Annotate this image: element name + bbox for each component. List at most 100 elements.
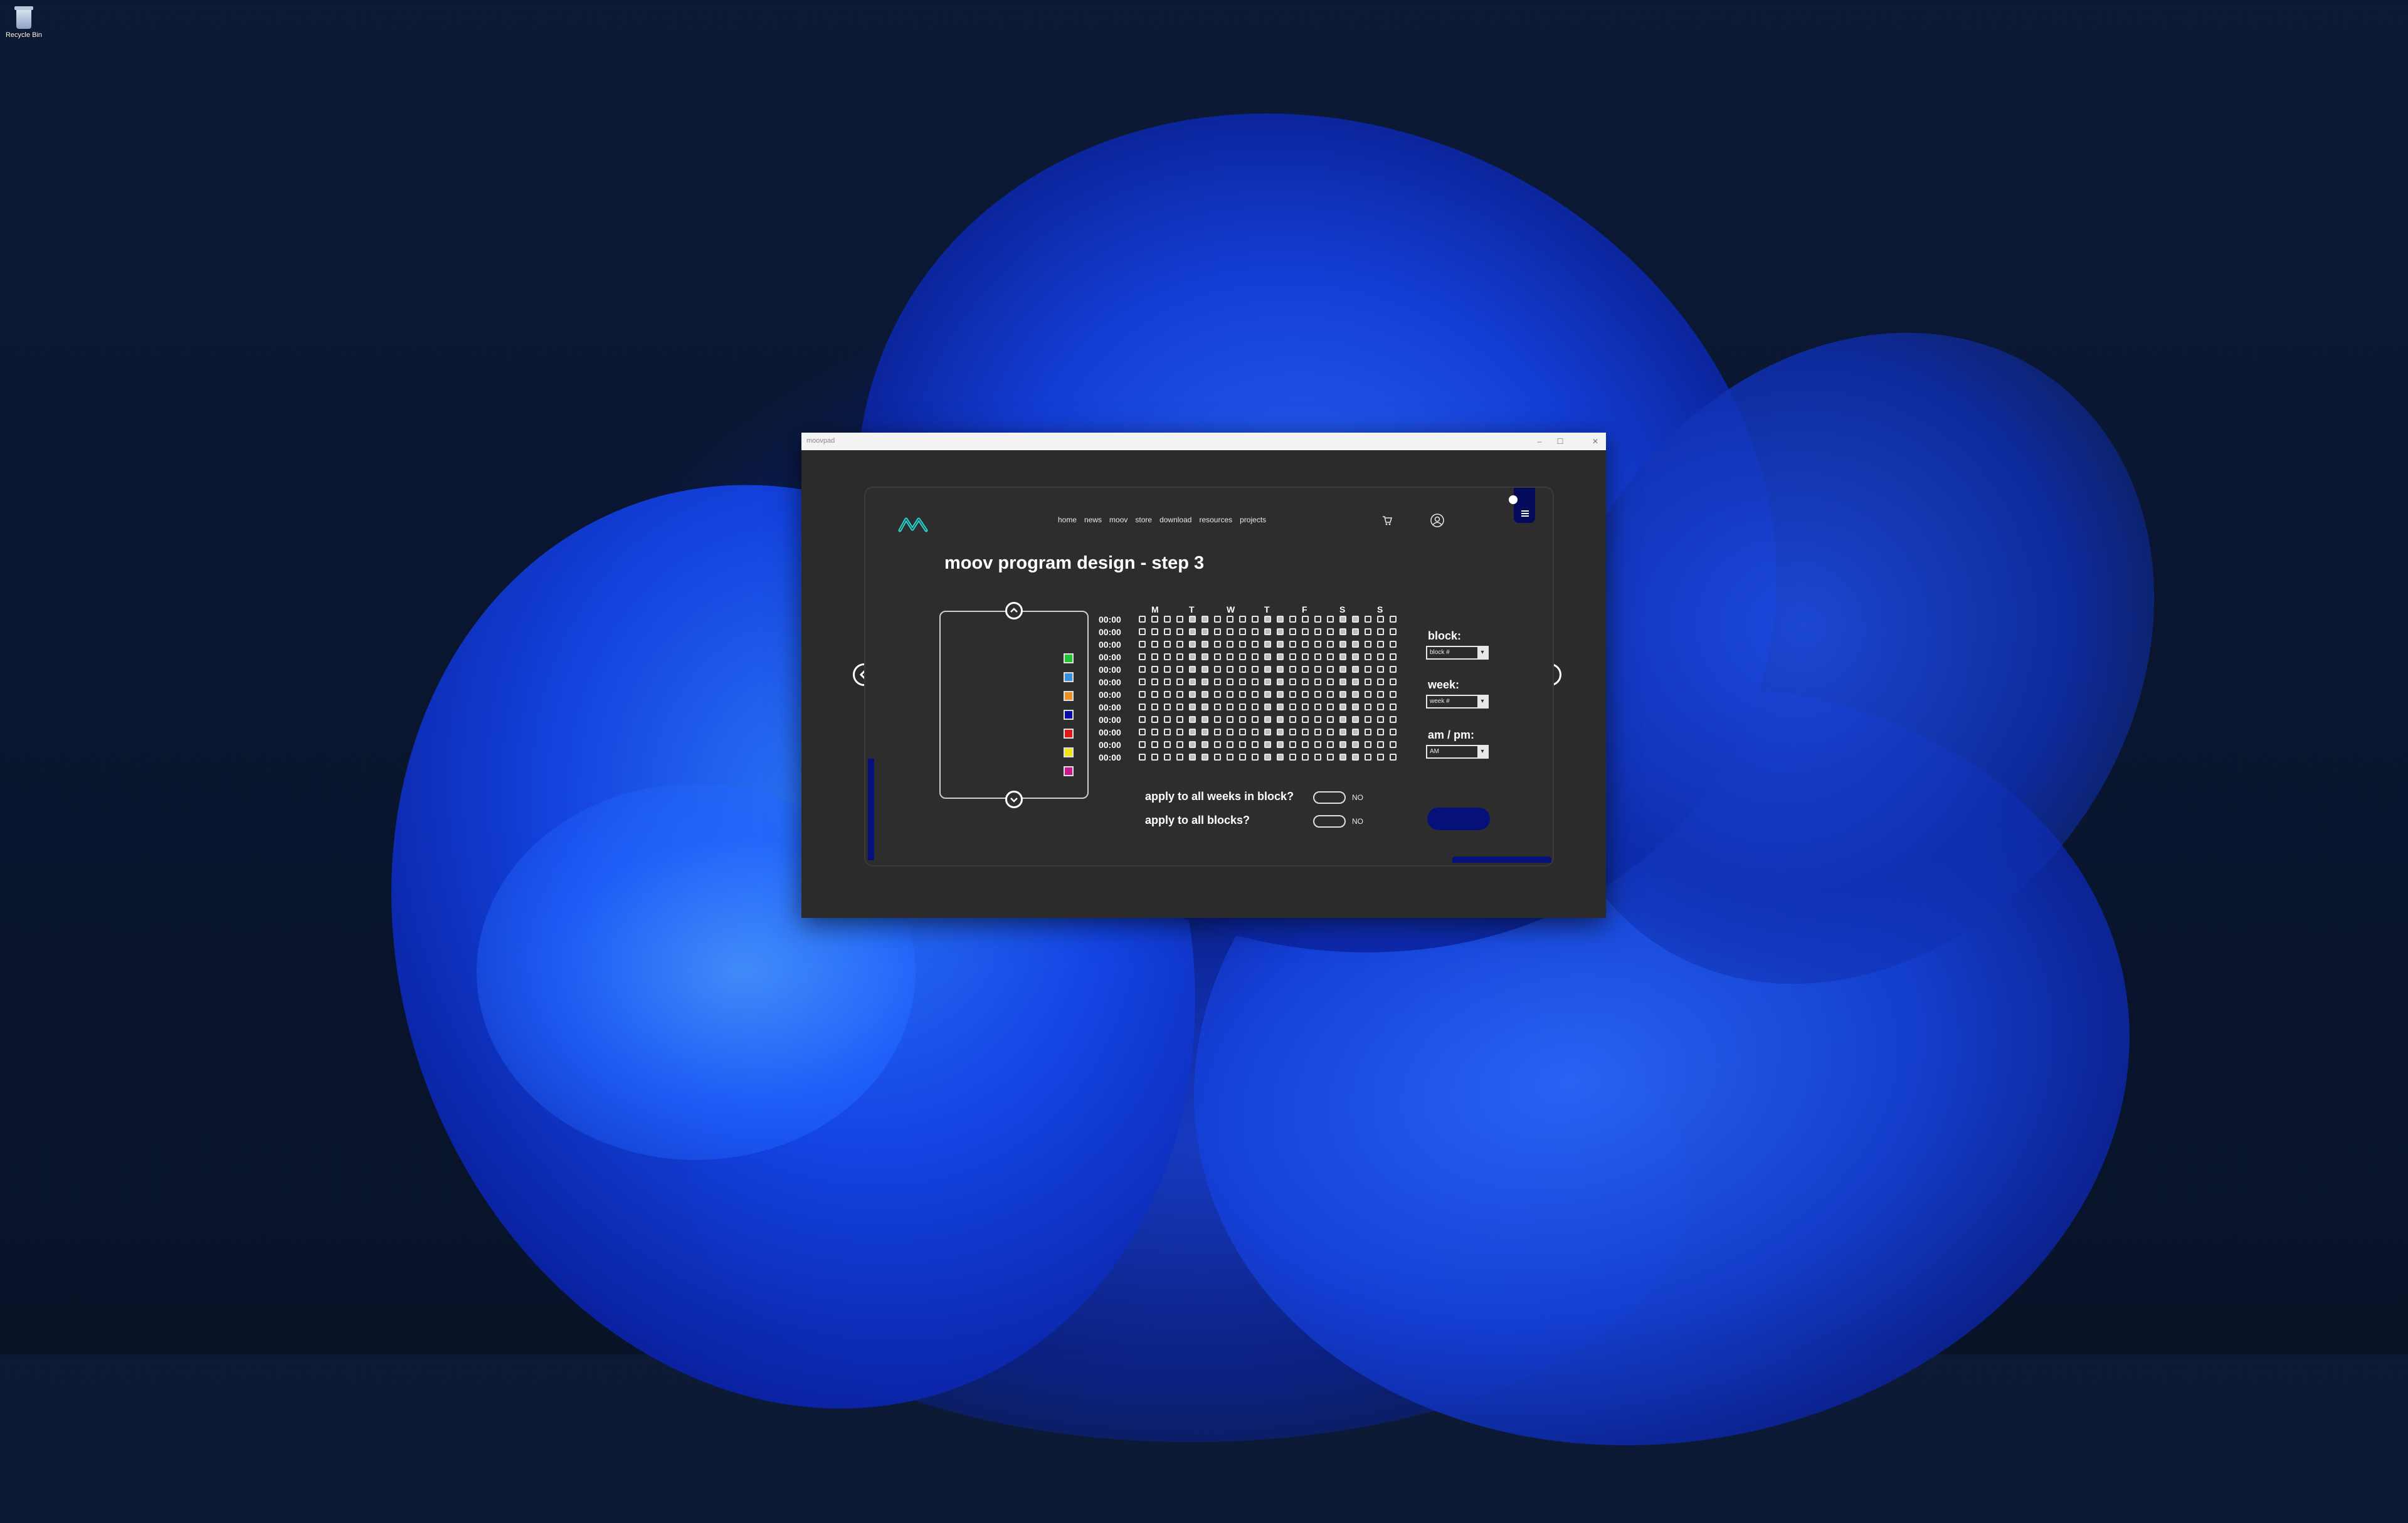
schedule-cell[interactable]: [1189, 741, 1196, 748]
schedule-cell[interactable]: [1314, 653, 1321, 660]
schedule-cell[interactable]: [1339, 653, 1346, 660]
schedule-cell[interactable]: [1377, 653, 1384, 660]
schedule-cell[interactable]: [1377, 716, 1384, 723]
schedule-cell[interactable]: [1252, 716, 1259, 723]
menu-tab[interactable]: [1514, 488, 1535, 523]
schedule-cell[interactable]: [1314, 754, 1321, 761]
schedule-cell[interactable]: [1164, 653, 1171, 660]
schedule-cell[interactable]: [1227, 741, 1233, 748]
schedule-cell[interactable]: [1189, 729, 1196, 735]
schedule-cell[interactable]: [1252, 704, 1259, 710]
schedule-cell[interactable]: [1352, 716, 1359, 723]
apply-blocks-toggle[interactable]: [1313, 815, 1346, 828]
schedule-cell[interactable]: [1239, 691, 1246, 698]
schedule-cell[interactable]: [1289, 616, 1296, 623]
schedule-cell[interactable]: [1352, 616, 1359, 623]
schedule-cell[interactable]: [1214, 729, 1221, 735]
schedule-cell[interactable]: [1164, 628, 1171, 635]
schedule-cell[interactable]: [1277, 704, 1284, 710]
schedule-cell[interactable]: [1314, 641, 1321, 648]
schedule-cell[interactable]: [1365, 741, 1371, 748]
schedule-cell[interactable]: [1302, 729, 1309, 735]
schedule-cell[interactable]: [1327, 666, 1334, 673]
nav-projects[interactable]: projects: [1240, 515, 1266, 524]
schedule-cell[interactable]: [1239, 641, 1246, 648]
schedule-cell[interactable]: [1339, 641, 1346, 648]
schedule-cell[interactable]: [1352, 691, 1359, 698]
schedule-cell[interactable]: [1352, 653, 1359, 660]
schedule-cell[interactable]: [1339, 691, 1346, 698]
schedule-cell[interactable]: [1201, 641, 1208, 648]
ampm-select[interactable]: AM ▾: [1426, 745, 1489, 759]
schedule-cell[interactable]: [1277, 741, 1284, 748]
schedule-cell[interactable]: [1164, 691, 1171, 698]
schedule-cell[interactable]: [1189, 678, 1196, 685]
schedule-cell[interactable]: [1314, 741, 1321, 748]
schedule-cell[interactable]: [1151, 691, 1158, 698]
schedule-cell[interactable]: [1239, 729, 1246, 735]
schedule-cell[interactable]: [1227, 666, 1233, 673]
schedule-cell[interactable]: [1339, 716, 1346, 723]
schedule-cell[interactable]: [1302, 716, 1309, 723]
schedule-cell[interactable]: [1139, 616, 1146, 623]
schedule-cell[interactable]: [1214, 653, 1221, 660]
schedule-cell[interactable]: [1264, 616, 1271, 623]
schedule-cell[interactable]: [1176, 754, 1183, 761]
schedule-cell[interactable]: [1327, 653, 1334, 660]
schedule-cell[interactable]: [1289, 628, 1296, 635]
schedule-cell[interactable]: [1302, 616, 1309, 623]
schedule-cell[interactable]: [1239, 653, 1246, 660]
schedule-cell[interactable]: [1277, 653, 1284, 660]
theme-toggle-dot[interactable]: [1509, 495, 1518, 504]
schedule-cell[interactable]: [1189, 641, 1196, 648]
schedule-cell[interactable]: [1264, 741, 1271, 748]
schedule-cell[interactable]: [1277, 666, 1284, 673]
schedule-cell[interactable]: [1377, 666, 1384, 673]
schedule-cell[interactable]: [1164, 641, 1171, 648]
schedule-cell[interactable]: [1264, 628, 1271, 635]
schedule-cell[interactable]: [1227, 716, 1233, 723]
schedule-cell[interactable]: [1327, 741, 1334, 748]
schedule-cell[interactable]: [1277, 729, 1284, 735]
schedule-cell[interactable]: [1314, 666, 1321, 673]
schedule-cell[interactable]: [1264, 716, 1271, 723]
schedule-cell[interactable]: [1302, 653, 1309, 660]
schedule-cell[interactable]: [1252, 678, 1259, 685]
schedule-cell[interactable]: [1390, 666, 1397, 673]
schedule-cell[interactable]: [1327, 641, 1334, 648]
schedule-cell[interactable]: [1390, 716, 1397, 723]
schedule-cell[interactable]: [1377, 691, 1384, 698]
schedule-cell[interactable]: [1365, 754, 1371, 761]
schedule-cell[interactable]: [1277, 641, 1284, 648]
schedule-cell[interactable]: [1239, 716, 1246, 723]
schedule-cell[interactable]: [1214, 754, 1221, 761]
schedule-cell[interactable]: [1252, 616, 1259, 623]
schedule-cell[interactable]: [1365, 641, 1371, 648]
schedule-cell[interactable]: [1151, 729, 1158, 735]
schedule-cell[interactable]: [1302, 754, 1309, 761]
schedule-cell[interactable]: [1302, 678, 1309, 685]
schedule-cell[interactable]: [1239, 616, 1246, 623]
schedule-cell[interactable]: [1365, 666, 1371, 673]
schedule-cell[interactable]: [1189, 616, 1196, 623]
schedule-cell[interactable]: [1189, 716, 1196, 723]
schedule-cell[interactable]: [1151, 678, 1158, 685]
schedule-cell[interactable]: [1352, 754, 1359, 761]
schedule-cell[interactable]: [1164, 666, 1171, 673]
schedule-cell[interactable]: [1314, 691, 1321, 698]
nav-moov[interactable]: moov: [1109, 515, 1127, 524]
schedule-cell[interactable]: [1151, 653, 1158, 660]
schedule-cell[interactable]: [1289, 729, 1296, 735]
schedule-cell[interactable]: [1339, 729, 1346, 735]
schedule-cell[interactable]: [1239, 754, 1246, 761]
schedule-cell[interactable]: [1139, 741, 1146, 748]
schedule-cell[interactable]: [1201, 616, 1208, 623]
schedule-cell[interactable]: [1339, 628, 1346, 635]
schedule-cell[interactable]: [1390, 628, 1397, 635]
schedule-cell[interactable]: [1327, 754, 1334, 761]
schedule-cell[interactable]: [1302, 704, 1309, 710]
schedule-cell[interactable]: [1327, 729, 1334, 735]
schedule-cell[interactable]: [1189, 628, 1196, 635]
schedule-cell[interactable]: [1239, 741, 1246, 748]
schedule-cell[interactable]: [1390, 653, 1397, 660]
